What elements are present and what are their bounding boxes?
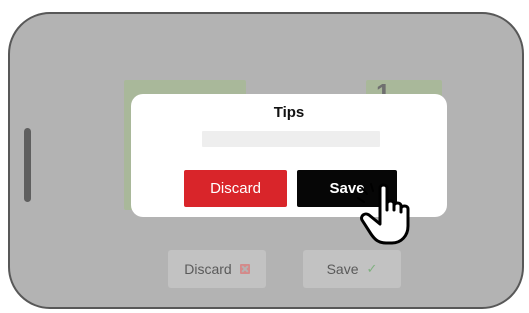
x-box-icon	[239, 264, 250, 274]
dialog-title: Tips	[273, 104, 305, 121]
hand-pointer-icon	[357, 183, 410, 245]
device-side-button	[24, 128, 31, 202]
background-save-label: Save	[326, 261, 359, 277]
check-icon: ✓	[366, 261, 378, 276]
background-save-button: Save ✓	[303, 250, 401, 288]
background-discard-label: Discard	[184, 261, 232, 277]
background-discard-button: Discard	[168, 250, 266, 288]
discard-button[interactable]: Discard	[184, 170, 287, 207]
tips-input[interactable]	[202, 131, 380, 147]
